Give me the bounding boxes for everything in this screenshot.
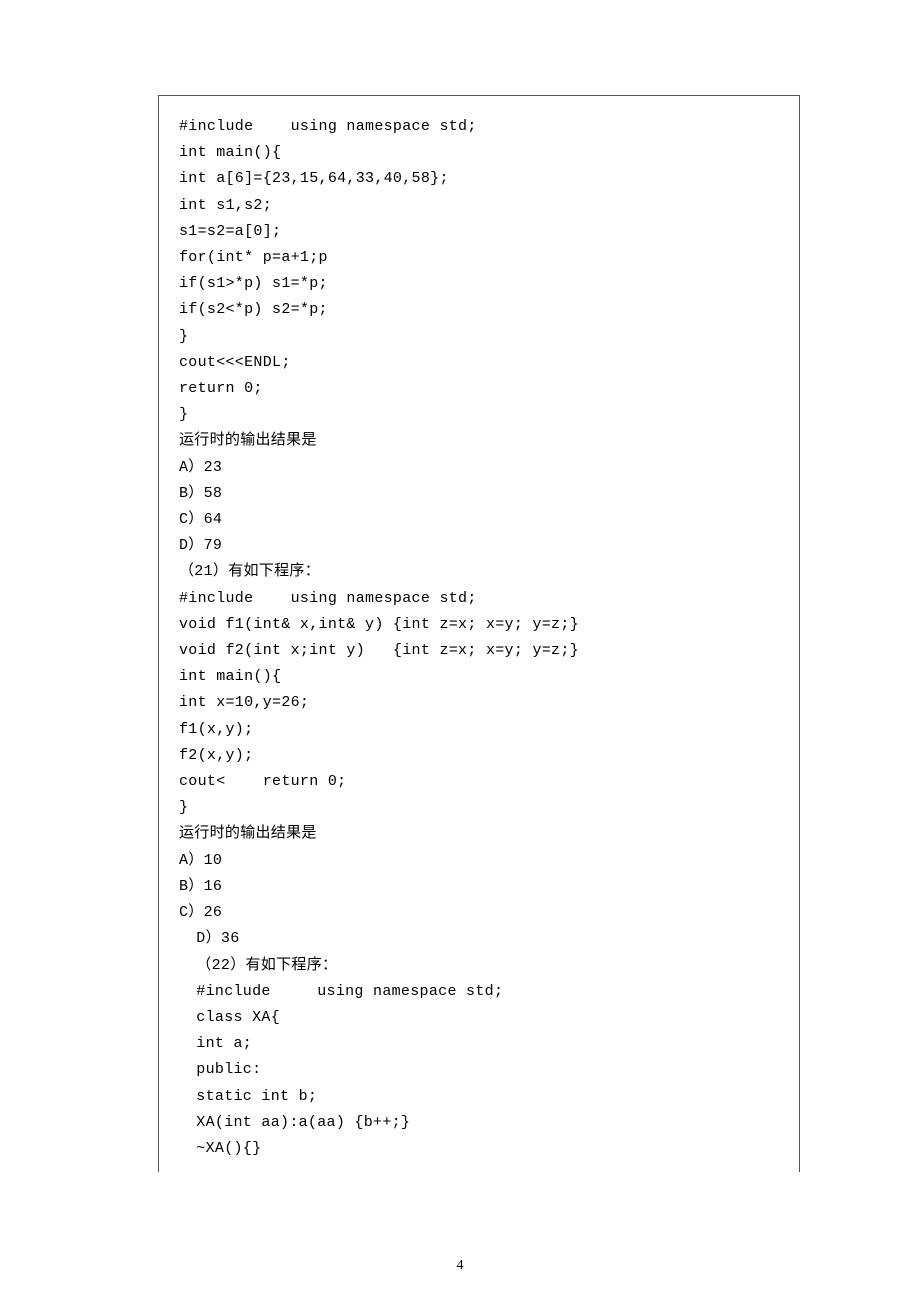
code-line: #include using namespace std; (179, 979, 779, 1005)
code-line: void f1(int& x,int& y) {int z=x; x=y; y=… (179, 612, 779, 638)
code-line: static int b; (179, 1084, 779, 1110)
document-page: #include using namespace std;int main(){… (0, 0, 920, 1302)
code-line: if(s1>*p) s1=*p; (179, 271, 779, 297)
code-line: D）36 (179, 926, 779, 952)
code-line: （22）有如下程序： (179, 953, 779, 979)
code-line: 运行时的输出结果是 (179, 821, 779, 847)
code-line: #include using namespace std; (179, 114, 779, 140)
code-line: 运行时的输出结果是 (179, 428, 779, 454)
code-line: #include using namespace std; (179, 586, 779, 612)
code-line: A）23 (179, 455, 779, 481)
code-line: return 0; (179, 376, 779, 402)
content-box: #include using namespace std;int main(){… (158, 95, 800, 1172)
code-line: B）16 (179, 874, 779, 900)
code-line: int main(){ (179, 140, 779, 166)
code-line: public: (179, 1057, 779, 1083)
code-line: } (179, 402, 779, 428)
code-line: int a[6]={23,15,64,33,40,58}; (179, 166, 779, 192)
code-line: s1=s2=a[0]; (179, 219, 779, 245)
code-line: XA(int aa):a(aa) {b++;} (179, 1110, 779, 1136)
code-line: int a; (179, 1031, 779, 1057)
code-line: for(int* p=a+1;p (179, 245, 779, 271)
code-line: if(s2<*p) s2=*p; (179, 297, 779, 323)
code-line: int main(){ (179, 664, 779, 690)
code-line: } (179, 795, 779, 821)
code-line: void f2(int x;int y) {int z=x; x=y; y=z;… (179, 638, 779, 664)
code-line: C）26 (179, 900, 779, 926)
code-line: f2(x,y); (179, 743, 779, 769)
code-line: class XA{ (179, 1005, 779, 1031)
code-line: A）10 (179, 848, 779, 874)
code-line: int s1,s2; (179, 193, 779, 219)
code-line: C）64 (179, 507, 779, 533)
code-line: D）79 (179, 533, 779, 559)
code-line: （21）有如下程序： (179, 559, 779, 585)
code-line: } (179, 324, 779, 350)
code-line: ~XA(){} (179, 1136, 779, 1162)
code-line: B）58 (179, 481, 779, 507)
code-line: f1(x,y); (179, 717, 779, 743)
code-line: int x=10,y=26; (179, 690, 779, 716)
code-line: cout< return 0; (179, 769, 779, 795)
code-line: cout<<<ENDL; (179, 350, 779, 376)
page-number: 4 (0, 1258, 920, 1274)
